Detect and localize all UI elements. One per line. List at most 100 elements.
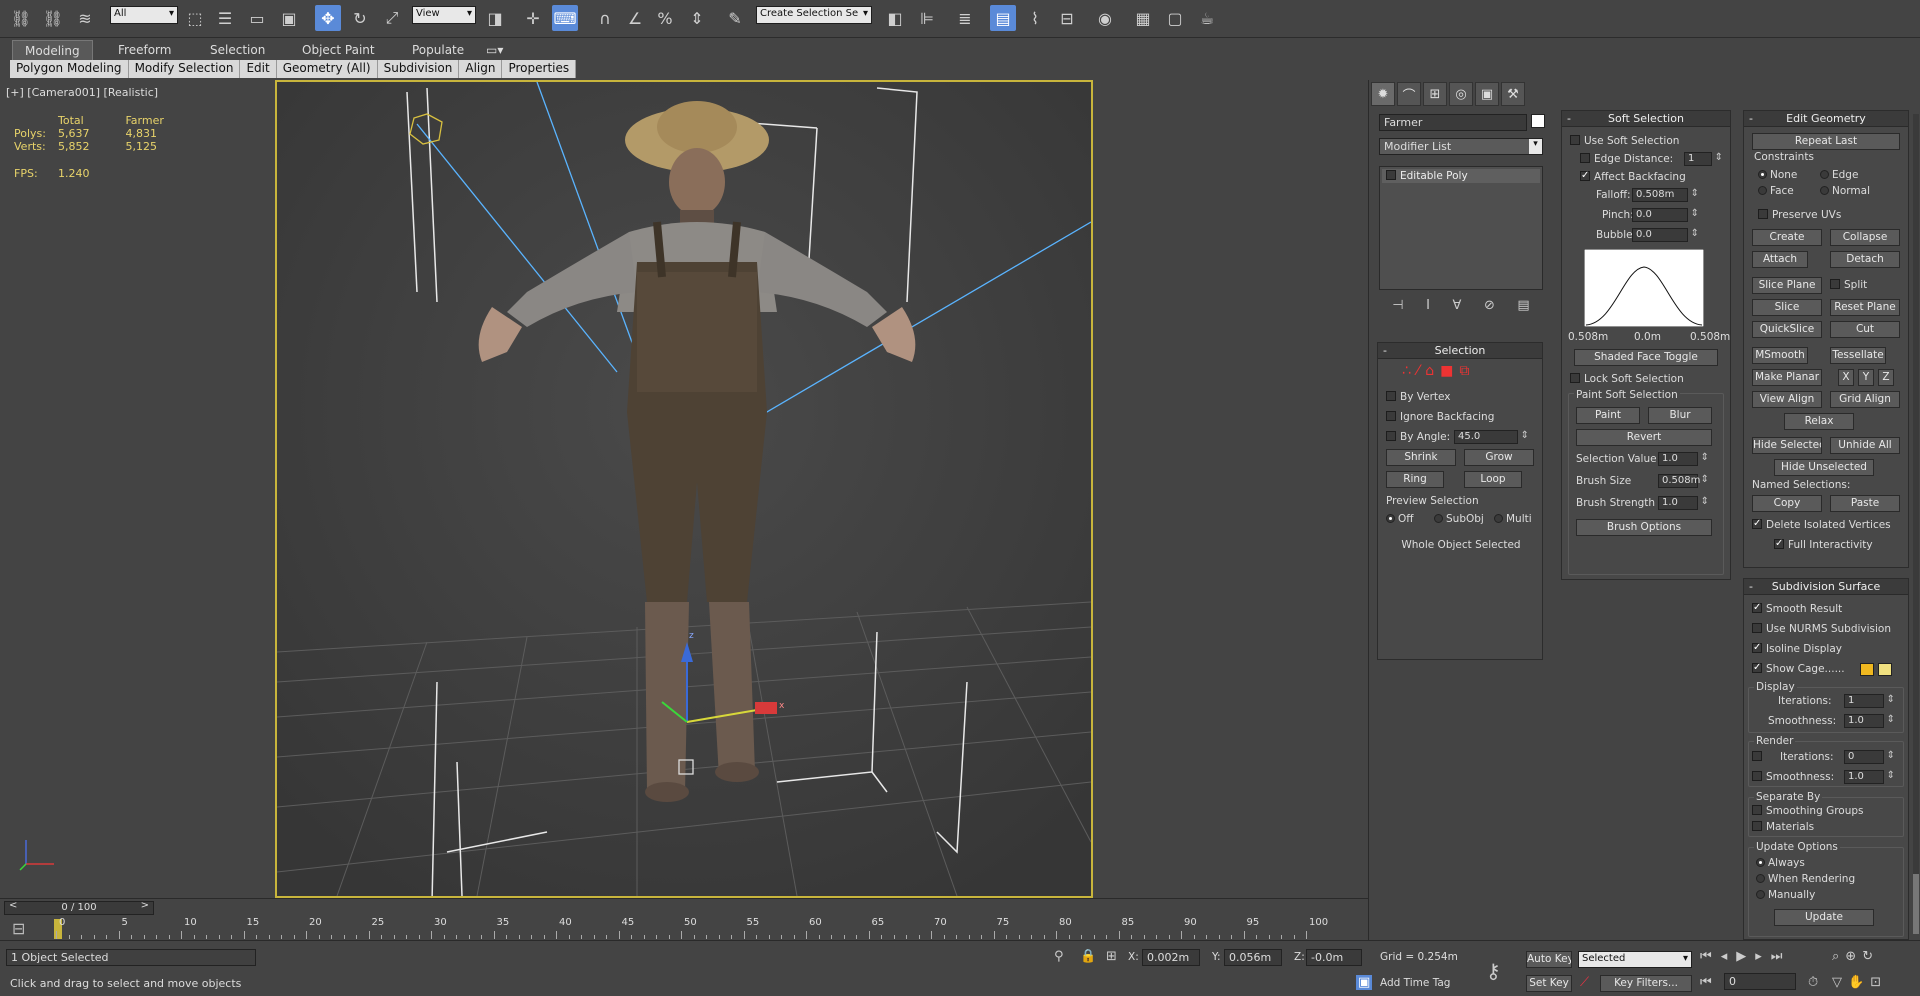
- spinner-snap-icon[interactable]: ⇕: [684, 5, 710, 31]
- utilities-tab-icon[interactable]: ⚒: [1501, 82, 1525, 106]
- select-move-icon[interactable]: ✥: [315, 5, 341, 31]
- update-button[interactable]: Update: [1774, 909, 1874, 926]
- snaps-toggle-icon[interactable]: ∩: [592, 5, 618, 31]
- update-always-radio[interactable]: [1756, 858, 1765, 867]
- hide-unselected-button[interactable]: Hide Unselected: [1774, 459, 1874, 476]
- viewport-right-margin[interactable]: [1093, 80, 1368, 898]
- previous-frame-icon[interactable]: ◂: [1721, 949, 1737, 964]
- key-filters-button[interactable]: Key Filters...: [1600, 975, 1692, 992]
- key-mode-dropdown[interactable]: Selected: [1578, 951, 1692, 968]
- selection-value-spinner[interactable]: 1.0: [1658, 452, 1709, 466]
- grid-align-button[interactable]: Grid Align: [1830, 391, 1900, 408]
- viewport-left-margin[interactable]: [+] [Camera001] [Realistic] Total Farmer …: [0, 80, 275, 898]
- subtab-polygon-modeling[interactable]: Polygon Modeling: [10, 60, 129, 78]
- preserve-uvs-checkbox[interactable]: [1758, 209, 1768, 219]
- lock-soft-selection-checkbox[interactable]: [1570, 373, 1580, 383]
- set-key-button[interactable]: Set Key: [1526, 975, 1572, 992]
- make-planar-button[interactable]: Make Planar: [1752, 369, 1822, 386]
- create-tab-icon[interactable]: ✹: [1371, 82, 1395, 106]
- object-color-swatch[interactable]: [1531, 114, 1545, 128]
- split-checkbox[interactable]: [1830, 279, 1840, 289]
- chevron-down-icon[interactable]: ▾: [1529, 139, 1542, 154]
- tab-freeform[interactable]: Freeform: [106, 40, 183, 60]
- layer-explorer-icon[interactable]: ≣: [952, 5, 978, 31]
- tessellate-button[interactable]: Tessellate: [1830, 347, 1886, 364]
- use-nurms-checkbox[interactable]: [1752, 623, 1762, 633]
- brush-strength-spinner[interactable]: 1.0: [1658, 496, 1709, 510]
- rect-region-icon[interactable]: ▭: [244, 5, 270, 31]
- subobject-level-icons[interactable]: ∴⁄⌂■⧉: [1402, 363, 1475, 379]
- by-vertex-checkbox[interactable]: [1386, 391, 1396, 401]
- remove-modifier-icon[interactable]: ⊘: [1484, 298, 1495, 314]
- paste-button[interactable]: Paste: [1830, 495, 1900, 512]
- attach-button[interactable]: Attach: [1752, 251, 1808, 268]
- modify-tab-icon[interactable]: ⌒: [1397, 82, 1421, 106]
- update-when-rendering-radio[interactable]: [1756, 874, 1765, 883]
- timeline-ruler[interactable]: 0 5 10 15 20 25 30 35 40 45 50 55 60 65 70 75 80 85 90 95 10…: [56, 917, 1366, 939]
- cage-color-swatch-2[interactable]: [1878, 663, 1892, 676]
- subtab-edit[interactable]: Edit: [240, 60, 277, 78]
- paint-button[interactable]: Paint: [1576, 407, 1640, 424]
- render-setup-icon[interactable]: ▦: [1130, 5, 1156, 31]
- time-slider[interactable]: < 0 / 100 >: [4, 900, 154, 915]
- slice-button[interactable]: Slice: [1752, 299, 1822, 316]
- isoline-display-checkbox[interactable]: [1752, 640, 1762, 656]
- lock-selection-icon[interactable]: 🔒: [1080, 949, 1096, 964]
- rendered-frame-icon[interactable]: ▢: [1162, 5, 1188, 31]
- time-configuration-icon[interactable]: ⏱: [1808, 975, 1818, 990]
- show-end-result-icon[interactable]: Ⅰ: [1426, 298, 1430, 314]
- update-manually-radio[interactable]: [1756, 890, 1765, 899]
- ribbon-toggle-icon[interactable]: ▤: [990, 5, 1016, 31]
- material-editor-icon[interactable]: ◉: [1092, 5, 1118, 31]
- materials-checkbox[interactable]: [1752, 821, 1762, 831]
- zoom-icon[interactable]: ⌕: [1832, 949, 1845, 964]
- shaded-face-toggle-button[interactable]: Shaded Face Toggle: [1574, 349, 1718, 366]
- display-smoothness-spinner[interactable]: 1.0: [1844, 714, 1895, 728]
- link-icon[interactable]: ⛓: [8, 5, 34, 31]
- scrollbar-thumb[interactable]: [1913, 874, 1919, 934]
- curve-editor-icon[interactable]: ⌇: [1022, 5, 1048, 31]
- delete-isolated-checkbox[interactable]: [1752, 516, 1762, 532]
- modifier-stack[interactable]: Editable Poly: [1379, 166, 1543, 290]
- constraint-face-radio[interactable]: [1758, 186, 1767, 195]
- affect-backfacing-checkbox[interactable]: [1580, 168, 1590, 184]
- auto-key-button[interactable]: Auto Key: [1526, 951, 1572, 968]
- command-panel-scrollbar[interactable]: [1913, 114, 1919, 934]
- absolute-mode-icon[interactable]: ⊞: [1106, 949, 1117, 964]
- bubble-spinner[interactable]: 0.0: [1632, 228, 1699, 242]
- preview-multi-radio[interactable]: [1494, 514, 1503, 523]
- make-unique-icon[interactable]: ∀: [1453, 298, 1462, 314]
- render-iterations-checkbox[interactable]: [1752, 751, 1762, 761]
- add-time-tag[interactable]: Add Time Tag: [1380, 977, 1450, 989]
- viewport-label[interactable]: [+] [Camera001] [Realistic]: [6, 86, 158, 99]
- planar-x-button[interactable]: X: [1838, 369, 1854, 386]
- collapse-button[interactable]: Collapse: [1830, 229, 1900, 246]
- render-teapot-icon[interactable]: ☕: [1194, 5, 1220, 31]
- unhide-all-button[interactable]: Unhide All: [1830, 437, 1900, 454]
- grow-button[interactable]: Grow: [1464, 449, 1534, 466]
- ring-button[interactable]: Ring: [1386, 471, 1444, 488]
- by-angle-checkbox[interactable]: [1386, 431, 1396, 441]
- zoom-all-icon[interactable]: ⊕: [1845, 949, 1862, 964]
- play-icon[interactable]: ▶: [1736, 949, 1755, 964]
- stack-item-toggle[interactable]: [1386, 170, 1396, 180]
- go-to-end-icon[interactable]: ⏭: [1771, 949, 1792, 964]
- cage-color-swatch-1[interactable]: [1860, 663, 1874, 676]
- select-rotate-icon[interactable]: ↻: [347, 5, 373, 31]
- selection-rollout-header[interactable]: Selection: [1378, 343, 1542, 359]
- brush-size-spinner[interactable]: 0.508m: [1658, 474, 1709, 488]
- loop-button[interactable]: Loop: [1464, 471, 1522, 488]
- render-smoothness-spinner[interactable]: 1.0: [1844, 770, 1895, 784]
- next-frame-icon[interactable]: ▸: [1755, 949, 1771, 964]
- tab-object-paint[interactable]: Object Paint: [290, 40, 387, 60]
- full-interactivity-checkbox[interactable]: [1774, 536, 1784, 552]
- modifier-list-dropdown[interactable]: Modifier List: [1379, 138, 1543, 155]
- pivot-center-icon[interactable]: ◨: [482, 5, 508, 31]
- by-angle-spinner[interactable]: 45.0: [1454, 430, 1529, 444]
- quickslice-button[interactable]: QuickSlice: [1752, 321, 1822, 338]
- view-align-button[interactable]: View Align: [1752, 391, 1822, 408]
- shrink-button[interactable]: Shrink: [1386, 449, 1456, 466]
- edit-geometry-header[interactable]: Edit Geometry: [1744, 111, 1908, 127]
- planar-z-button[interactable]: Z: [1878, 369, 1894, 386]
- ribbon-options-icon[interactable]: ▭▾: [482, 40, 507, 60]
